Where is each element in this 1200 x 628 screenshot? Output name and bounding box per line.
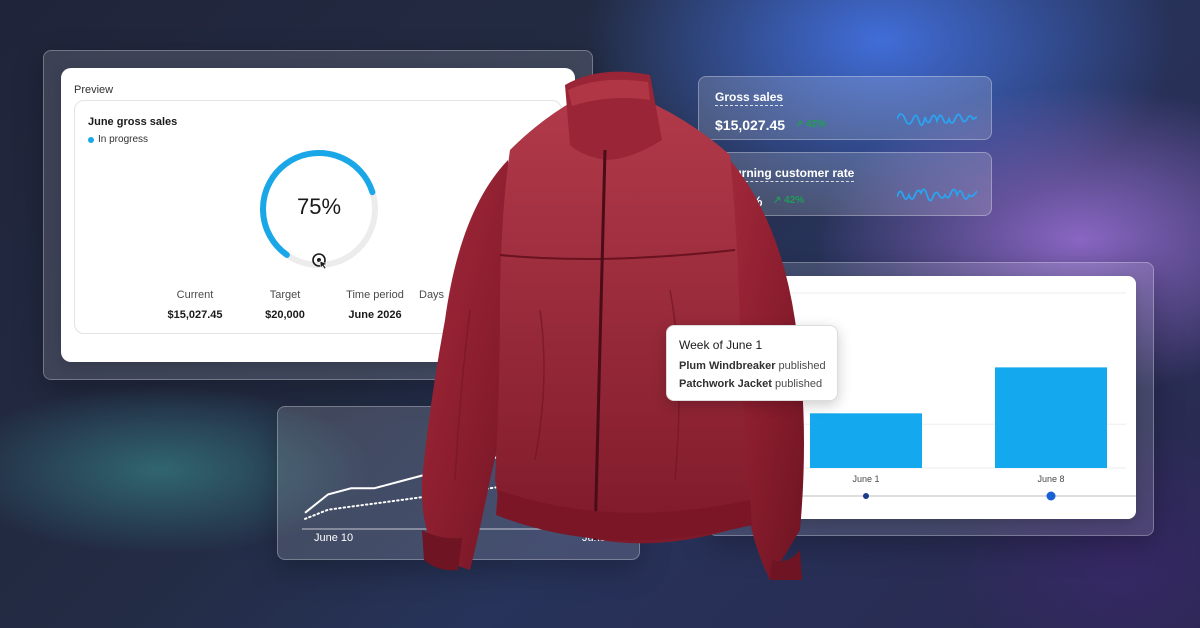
- preview-label: Preview: [74, 84, 114, 96]
- sparkline-icon: [897, 188, 977, 202]
- metric-current: Current $15,027.45: [145, 289, 245, 321]
- metric-target: Target $20,000: [240, 289, 330, 321]
- tooltip-product-status: published: [778, 360, 826, 372]
- gauge-value: 75%: [296, 194, 342, 219]
- metric-value: $15,027.45: [167, 309, 223, 321]
- x-tick-label: June 1: [852, 474, 879, 484]
- tooltip-product-status: published: [775, 378, 823, 390]
- goal-title: June gross sales: [88, 116, 178, 128]
- tooltip-product-name: Plum Windbreaker: [679, 360, 776, 372]
- tooltip-title: Week of June 1: [679, 338, 763, 352]
- chart-tooltip: Week of June 1 Plum Windbreaker publishe…: [666, 325, 838, 401]
- sparkline-icon: [897, 113, 977, 127]
- status-badge: In progress: [88, 134, 148, 145]
- bar: [995, 367, 1107, 468]
- bar: [810, 413, 922, 468]
- range-slider-handle-end: [1046, 491, 1056, 501]
- metric-label: Current: [176, 289, 214, 301]
- x-tick-label: June 8: [1037, 474, 1064, 484]
- range-slider-handle-start: [863, 493, 869, 499]
- windbreaker-jacket-image: [421, 71, 804, 580]
- tooltip-line: Patchwork Jacket published: [679, 378, 822, 390]
- x-label-start: June 10: [314, 532, 354, 544]
- tooltip-product-name: Patchwork Jacket: [679, 378, 772, 390]
- metric-label: Target: [269, 289, 301, 301]
- metric-value: $20,000: [265, 309, 305, 321]
- status-dot-icon: [88, 136, 94, 143]
- status-text: In progress: [98, 134, 149, 145]
- tooltip-line: Plum Windbreaker published: [679, 360, 826, 372]
